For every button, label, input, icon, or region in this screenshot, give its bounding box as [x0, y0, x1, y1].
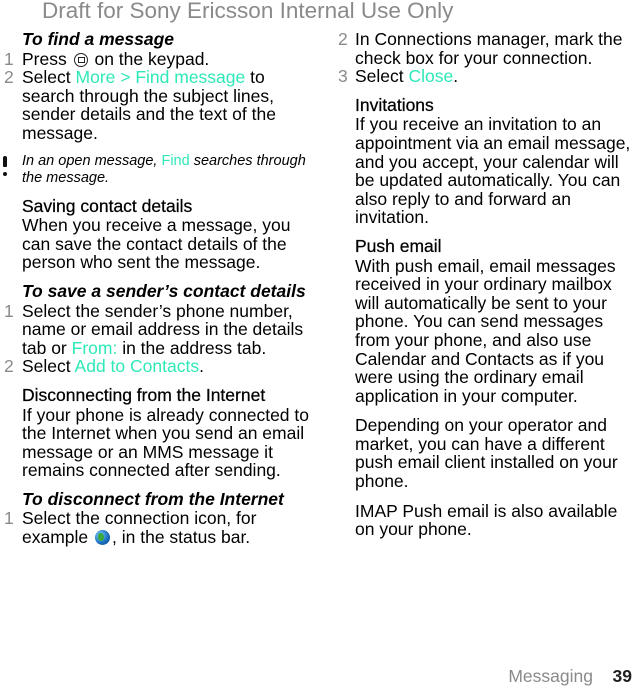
- step-number: 1: [4, 48, 14, 69]
- step: 3 Select Close.: [335, 67, 640, 86]
- step-text: .: [453, 66, 459, 87]
- step-number: 1: [4, 300, 14, 321]
- find-link[interactable]: Find: [161, 153, 189, 169]
- section-name: Messaging: [508, 666, 593, 686]
- step-text: .: [199, 356, 204, 377]
- step-text: Press: [22, 48, 67, 69]
- task-find-message: To find a message: [22, 29, 175, 49]
- step: 1 Press on the keypad.: [0, 48, 310, 69]
- note-text: In an open message,: [22, 152, 158, 169]
- step-number: 1: [4, 508, 14, 529]
- message-key-icon: [73, 52, 88, 67]
- step: 2 Select Add to Contacts.: [0, 357, 310, 376]
- step-text: , in the status bar.: [112, 527, 251, 548]
- paragraph: IMAP Push email is also available on you…: [355, 500, 618, 540]
- heading-push-email: Push email: [355, 235, 442, 256]
- heading-saving-contact: Saving contact details: [22, 195, 193, 216]
- heading-invitations: Invitations: [355, 94, 434, 115]
- step-text: Select: [355, 66, 404, 87]
- add-to-contacts-link[interactable]: Add to Contacts: [75, 356, 200, 376]
- step-number: 2: [4, 67, 14, 88]
- draft-watermark: Draft for Sony Ericsson Internal Use Onl…: [42, 0, 454, 23]
- task-save-sender: To save a sender’s contact details: [22, 280, 306, 301]
- step: 1 Select the connection icon, for exampl…: [0, 509, 310, 546]
- globe-icon: [95, 530, 111, 546]
- step-text: Select: [22, 356, 71, 377]
- step-text: In Connections manager, mark the check b…: [355, 29, 623, 68]
- heading-disconnecting: Disconnecting from the Internet: [22, 384, 266, 405]
- step-text: Select: [22, 67, 71, 88]
- step-text: in the address tab.: [122, 337, 267, 358]
- paragraph: When you receive a message, you can save…: [22, 215, 291, 273]
- step: 2 In Connections manager, mark the check…: [335, 30, 640, 67]
- step-number: 3: [338, 66, 348, 87]
- page-number: 39: [612, 666, 632, 686]
- page-footer: Messaging 39: [0, 666, 640, 686]
- task-disconnect: To disconnect from the Internet: [22, 488, 284, 509]
- paragraph: Depending on your operator and market, y…: [355, 415, 618, 492]
- close-link[interactable]: Close: [409, 66, 454, 86]
- paragraph: With push email, email messages received…: [355, 255, 616, 406]
- note-box: In an open message, Find searches throug…: [0, 153, 310, 187]
- exclamation-icon: [0, 153, 22, 187]
- step: 2 Select More > Find message to search t…: [0, 68, 310, 142]
- right-column: 2 In Connections manager, mark the check…: [335, 30, 640, 539]
- step-text: on the keypad.: [94, 48, 210, 69]
- step-number: 2: [338, 29, 348, 49]
- step-number: 2: [4, 356, 14, 377]
- paragraph: If you receive an invitation to an appoi…: [355, 114, 631, 228]
- paragraph: If your phone is already connected to th…: [22, 404, 309, 481]
- left-column: To find a message 1 Press on the keypad.…: [0, 30, 310, 547]
- from-link[interactable]: From:: [72, 338, 118, 358]
- step: 1 Select the sender’s phone number, name…: [0, 300, 310, 358]
- menu-path-link[interactable]: More > Find message: [76, 67, 246, 87]
